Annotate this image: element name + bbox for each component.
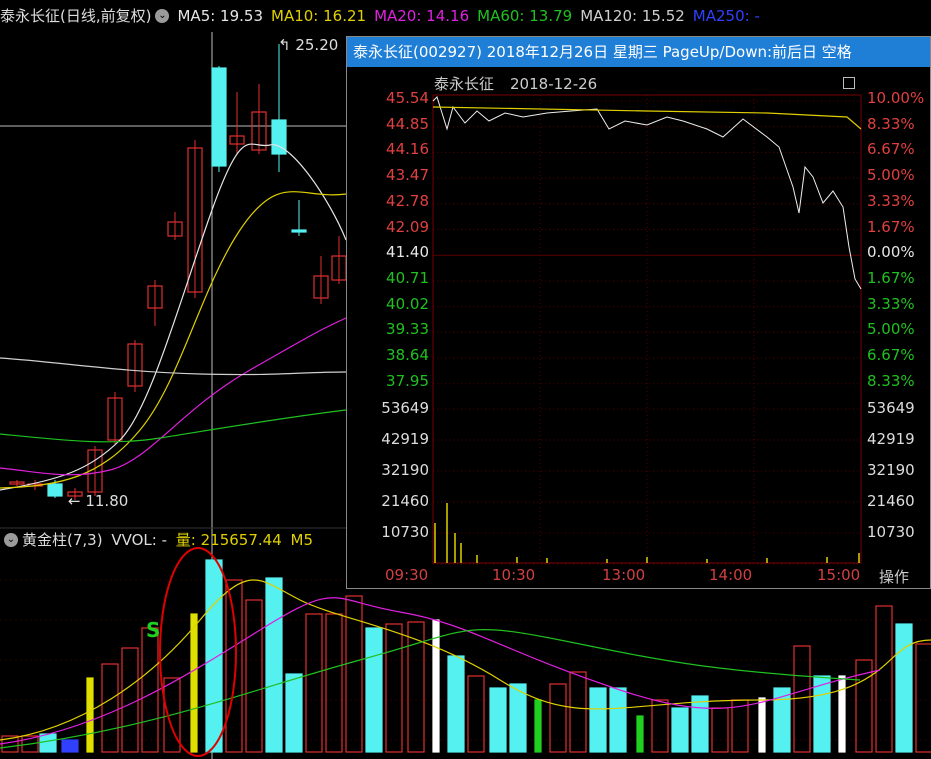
ma-indicator-3: MA60: 13.79 (477, 7, 573, 25)
volume-bar (875, 605, 893, 753)
volume-bar (609, 687, 627, 753)
volume-bar (549, 683, 567, 753)
volume-bar (758, 697, 766, 753)
volume-bar (711, 707, 729, 753)
ma-indicator-5: MA250: - (692, 7, 760, 25)
volume-bar (589, 687, 607, 753)
time-tick: 10:30 (492, 566, 536, 584)
ma-line (0, 409, 347, 443)
volume-bar (305, 613, 323, 753)
volume-bar (39, 733, 57, 753)
volume-bar (385, 623, 403, 753)
volume-bar (432, 619, 440, 753)
sell-signal-label: S (146, 618, 161, 642)
volume-bar (141, 627, 159, 753)
price-low-label: ← 11.80 (68, 492, 129, 510)
volume-bar (205, 559, 223, 753)
volume-bar (61, 739, 79, 753)
volume-bar (245, 599, 263, 753)
volume-bar (838, 675, 846, 753)
volume-bar (813, 675, 831, 753)
volume-bar (915, 643, 931, 753)
volume-bar (731, 699, 749, 753)
volume-value-label: 量: 215657.44 (175, 531, 282, 549)
volume-bar (86, 677, 94, 753)
operate-button[interactable]: 操作 (879, 566, 909, 587)
volume-bar (190, 613, 198, 753)
time-tick: 14:00 (709, 566, 753, 584)
volume-bar (691, 695, 709, 753)
vvol-label: VVOL: - (111, 531, 168, 549)
chevron-down-icon[interactable]: ⌄ (155, 8, 170, 23)
volume-bar (365, 627, 383, 753)
volume-ma-line (0, 629, 861, 749)
intraday-popup[interactable]: 泰永长征(002927) 2018年12月26日 星期三 PageUp/Down… (346, 36, 931, 589)
volume-bar (325, 613, 343, 753)
m5-label: M5 (290, 531, 314, 549)
ma-indicator-0: MA5: 19.53 (177, 7, 263, 25)
volume-bar (651, 699, 669, 753)
candle (211, 67, 227, 167)
candle (291, 229, 307, 233)
ma-indicator-bar: 泰永长征(日线,前复权) ⌄ MA5: 19.53 MA10: 16.21 MA20: … (0, 0, 931, 32)
volume-bar (534, 699, 542, 753)
ma-line (0, 357, 347, 376)
volume-bar (265, 577, 283, 753)
chevron-down-icon[interactable]: ⌄ (4, 532, 18, 547)
volume-bar (101, 663, 119, 753)
candle (47, 483, 63, 497)
ma-line (0, 143, 347, 491)
volume-bar (467, 675, 485, 753)
volume-bar (636, 715, 644, 753)
time-tick: 15:00 (817, 566, 861, 584)
time-tick: 09:30 (385, 566, 429, 584)
volume-bar (773, 687, 791, 753)
volume-bar (489, 687, 507, 753)
ma-indicator-4: MA120: 15.52 (580, 7, 685, 25)
ma-indicator-2: MA20: 14.16 (374, 7, 470, 25)
volume-bar (225, 579, 243, 753)
volume-bar (285, 673, 303, 753)
ma-line (0, 317, 347, 476)
ma-indicator-1: MA10: 16.21 (271, 7, 367, 25)
time-axis: 09:30 10:30 13:00 14:00 15:00 (347, 37, 930, 588)
volume-bar (895, 623, 913, 753)
golden-column-label: 黄金柱(7,3) (22, 531, 103, 549)
volume-bar (793, 645, 811, 753)
volume-bar (569, 671, 587, 753)
volume-bar (447, 655, 465, 753)
price-high-label: ↰ 25.20 (278, 36, 339, 54)
volume-indicator-bar: ⌄ 黄金柱(7,3) VVOL: - 量: 215657.44 M5 (0, 528, 360, 552)
stock-period-label: 泰永长征(日线,前复权) (0, 7, 152, 25)
time-tick: 13:00 (602, 566, 646, 584)
volume-bar (671, 707, 689, 753)
volume-bar (509, 683, 527, 753)
